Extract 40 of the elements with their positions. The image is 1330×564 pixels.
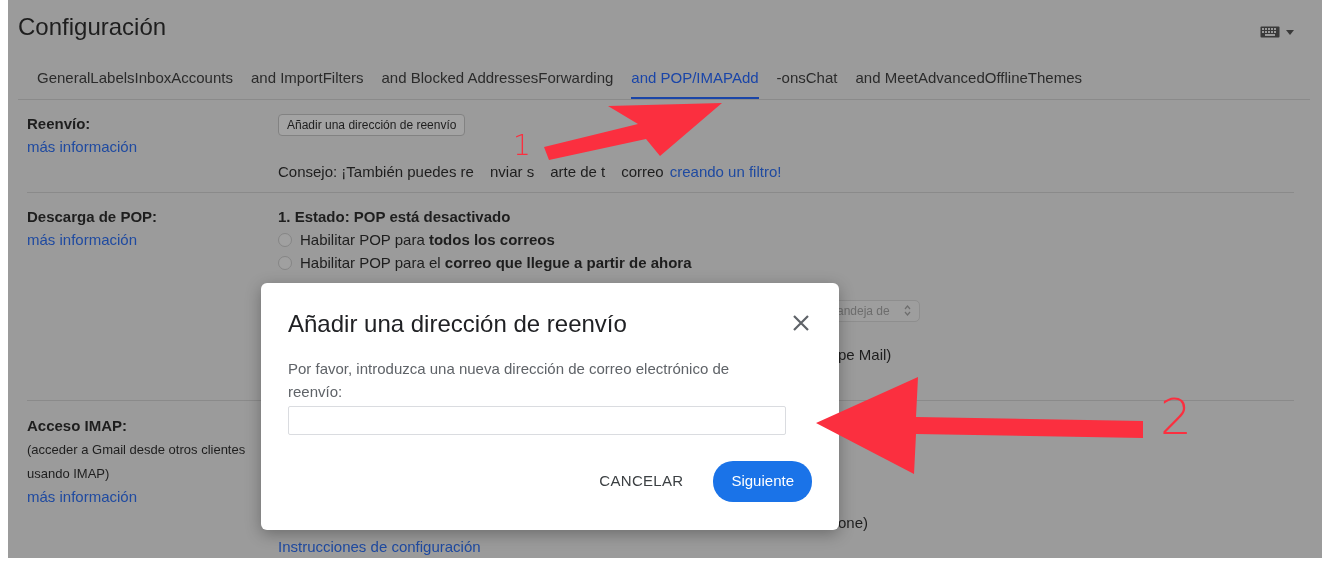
page-title: Configuración xyxy=(18,12,167,42)
settings-tab[interactable]: and ImportFilters xyxy=(250,58,364,99)
annotation-number: 2 xyxy=(1160,392,1192,442)
close-icon[interactable] xyxy=(793,315,809,331)
settings-tab[interactable]: -onsChat xyxy=(776,58,838,99)
annotation-number: 1 xyxy=(513,134,531,158)
add-forwarding-address-button[interactable]: Añadir una dirección de reenvío xyxy=(278,114,466,136)
tip-text: arte de t xyxy=(550,162,606,182)
tip-text: correo xyxy=(621,162,664,182)
keyboard-icon[interactable] xyxy=(1260,26,1280,38)
pop-status: 1. Estado: POP está desactivado xyxy=(278,207,512,227)
settings-tab[interactable]: GeneralLabelsInboxAccounts xyxy=(37,58,233,99)
partial-text: pe Mail) xyxy=(838,344,892,365)
radio-button[interactable] xyxy=(278,233,292,247)
section-label: Acceso IMAP: xyxy=(27,416,129,436)
more-info-link[interactable]: más información xyxy=(27,228,138,251)
section-label: Reenvío: xyxy=(27,114,92,134)
caret-icon[interactable] xyxy=(1286,29,1294,35)
create-filter-link[interactable]: creando un filtro! xyxy=(669,161,782,184)
radio-label: Habilitar POP para todos los correos xyxy=(300,229,555,250)
radio-label: Habilitar POP para el correo que llegue a partir de ahora xyxy=(300,252,692,273)
settings-tab[interactable]: and Blocked AddressesForwarding xyxy=(381,58,614,99)
tip-text: Consejo: ¡También puedes re xyxy=(278,162,474,182)
settings-tab[interactable]: and MeetAdvancedOfflineThemes xyxy=(855,58,1082,99)
more-info-link[interactable]: más información xyxy=(27,485,138,508)
updown-icon xyxy=(903,305,911,316)
more-info-link[interactable]: más información xyxy=(27,135,138,158)
email-input-field[interactable] xyxy=(288,406,786,435)
tip-text: nviar s xyxy=(489,162,535,182)
next-button[interactable]: Siguiente xyxy=(713,461,812,502)
cancel-button[interactable]: CANCELAR xyxy=(585,462,698,501)
section-note: usando IMAP) xyxy=(27,464,111,483)
dialog-title: Añadir una dirección de reenvío xyxy=(288,309,627,339)
section-label: Descarga de POP: xyxy=(27,207,159,227)
partial-text: one) xyxy=(838,513,869,533)
radio-button[interactable] xyxy=(278,256,292,270)
settings-tab[interactable]: and POP/IMAPAdd xyxy=(631,58,759,99)
dialog-message: Por favor, introduzca una nueva dirección de correo electrónico de reenvío: xyxy=(288,359,731,402)
setup-instructions-link[interactable]: Instrucciones de configuración xyxy=(278,535,481,558)
section-note: (acceder a Gmail desde otros clientes xyxy=(27,440,247,459)
